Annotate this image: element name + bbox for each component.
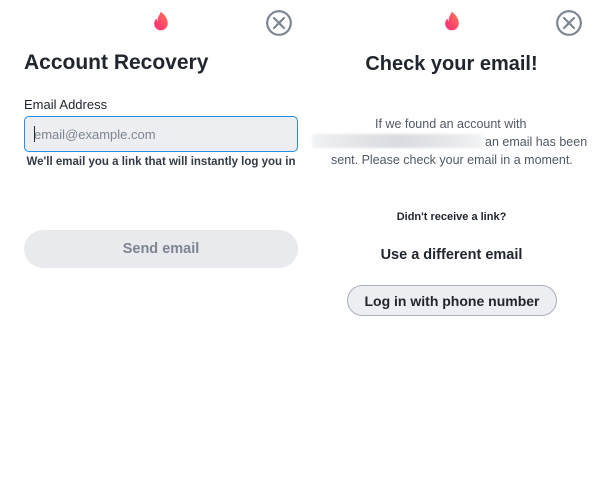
check-email-panel: Check your email! If we found an account… <box>306 0 607 478</box>
account-recovery-panel: Account Recovery Email Address We'll ema… <box>0 0 306 478</box>
login-with-phone-button[interactable]: Log in with phone number <box>347 285 557 316</box>
message-line-2: an email has been <box>485 135 588 149</box>
message-line-1: If we found an account with <box>375 117 527 131</box>
page-title: Account Recovery <box>24 51 209 74</box>
use-different-email-link[interactable]: Use a different email <box>306 247 597 263</box>
email-field[interactable] <box>24 116 298 152</box>
text-caret <box>34 126 35 142</box>
close-circle-icon[interactable] <box>265 9 293 37</box>
didnt-receive-text: Didn't receive a link? <box>396 211 507 223</box>
account-recovery-screen: Account Recovery Email Address We'll ema… <box>0 0 607 478</box>
check-email-title: Check your email! <box>365 53 538 75</box>
flame-icon <box>154 11 168 31</box>
email-field-label: Email Address <box>24 97 108 112</box>
redacted-email <box>312 134 482 148</box>
message-line-3: sent. Please check your email in a momen… <box>331 153 573 167</box>
flame-icon <box>445 11 459 31</box>
helper-text: We'll email you a link that will instant… <box>26 156 296 168</box>
close-circle-icon[interactable] <box>555 9 583 37</box>
send-email-button[interactable]: Send email <box>24 230 298 268</box>
